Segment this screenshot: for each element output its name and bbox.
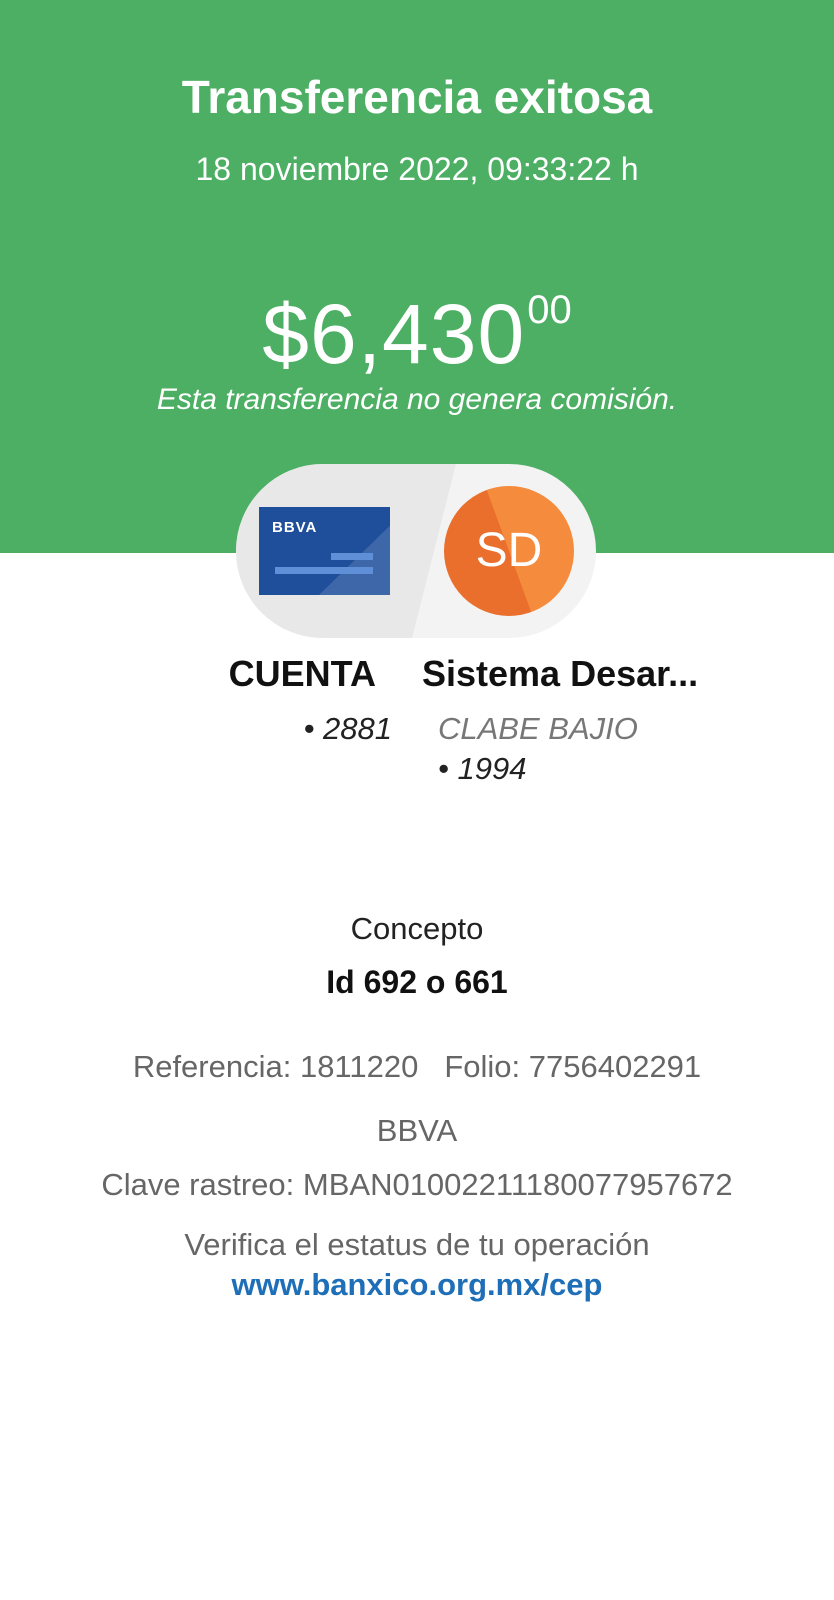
transfer-datetime: 18 noviembre 2022, 09:33:22 h	[195, 151, 639, 187]
folio-number: Folio: 7756402291	[444, 1049, 702, 1084]
recipient-name: Sistema Desar...	[422, 653, 699, 694]
concept-value: Id 692 o 661	[326, 964, 508, 1000]
transfer-receipt-screen: Transferencia exitosa 18 noviembre 2022,…	[0, 0, 834, 1600]
tracking-key: Clave rastreo: MBAN01002211180077957672	[101, 1167, 733, 1202]
reference-number: Referencia: 1811220	[132, 1049, 419, 1084]
recipient-initials: SD	[475, 524, 543, 577]
banxico-cep-link[interactable]: www.banxico.org.mx/cep	[0, 1266, 834, 1304]
bbva-card-icon: BBVA	[259, 507, 390, 595]
card-logo: BBVA	[272, 519, 318, 536]
verify-status-text: Verifica el estatus de tu operación	[184, 1227, 650, 1262]
origin-account-name: CUENTA	[228, 653, 376, 694]
receipt-title: Transferencia exitosa	[181, 71, 653, 123]
origin-bank-name: BBVA	[376, 1113, 458, 1148]
concept-label: Concepto	[350, 911, 484, 946]
amount-cents: 00	[527, 288, 572, 332]
recipient-avatar: SD	[444, 486, 574, 616]
commission-note: Esta transferencia no genera comisión.	[156, 383, 678, 416]
amount-main: $6,430	[262, 287, 526, 381]
origin-account-number: • 2881	[303, 711, 392, 746]
recipient-account-number: • 1994	[438, 751, 527, 786]
reference-folio-line: Referencia: 1811220 Folio: 7756402291	[0, 1048, 834, 1086]
recipient-bank: CLABE BAJIO	[438, 711, 638, 746]
transfer-parties-pill: BBVA SD	[236, 464, 596, 638]
